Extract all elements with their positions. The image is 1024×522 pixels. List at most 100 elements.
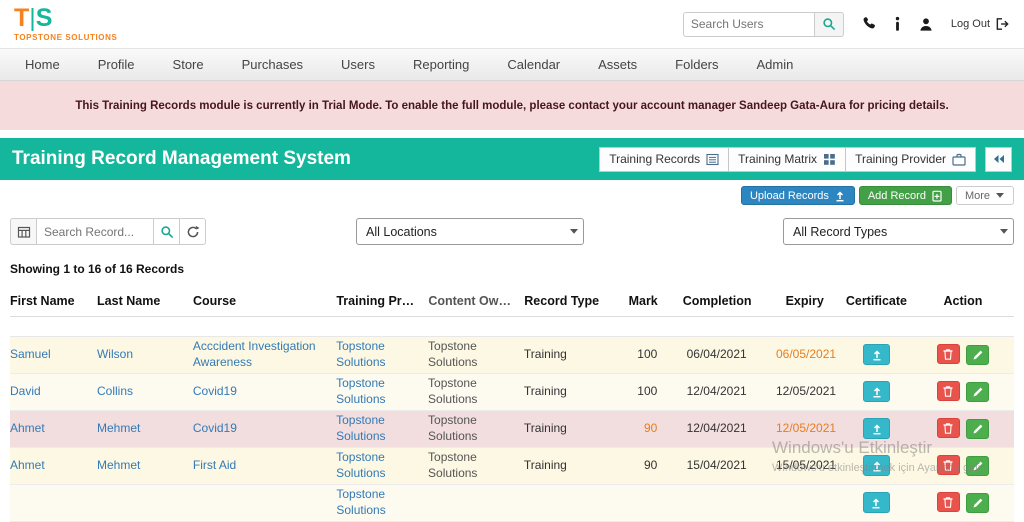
last-name-link[interactable]: Mehmet (97, 458, 140, 472)
edit-record-button[interactable] (966, 344, 990, 365)
record-type-text: Training (523, 458, 567, 473)
profile-button[interactable] (918, 17, 934, 32)
column-header: Training Provid... (336, 294, 429, 308)
training-provider-button[interactable]: Training Provider (846, 146, 976, 172)
last-name-link[interactable]: Wilson (97, 347, 133, 361)
edit-record-button[interactable] (966, 455, 990, 476)
pencil-icon (972, 386, 984, 398)
content-owner-text: Topstone Solutions (428, 450, 478, 480)
user-search-button[interactable] (814, 11, 844, 37)
column-header: Action (943, 294, 983, 308)
table-row: Ahmet Mehmet First Aid Topstone Solution… (10, 448, 1014, 485)
collapse-icon (993, 154, 1005, 164)
module-title-bar: Training Record Management System Traini… (0, 138, 1024, 180)
pencil-icon (972, 349, 984, 361)
phone-button[interactable] (861, 16, 877, 32)
caret-down-icon (999, 228, 1009, 235)
date-filter-button[interactable] (10, 218, 37, 245)
column-header: Expiry (785, 294, 824, 308)
list-icon (706, 153, 719, 166)
nav-item-assets[interactable]: Assets (579, 49, 656, 80)
upload-certificate-button[interactable] (863, 418, 891, 440)
record-search-button[interactable] (153, 218, 180, 245)
training-provider-link[interactable]: Topstone Solutions (336, 339, 385, 369)
first-name-link[interactable]: Samuel (10, 347, 51, 361)
upload-certificate-button[interactable] (863, 344, 891, 366)
brand-subtitle: TOPSTONE SOLUTIONS (14, 33, 118, 42)
table-row: Topstone Solutions (10, 485, 1014, 522)
info-icon (894, 16, 901, 32)
nav-item-home[interactable]: Home (6, 49, 79, 80)
upload-certificate-button[interactable] (863, 381, 891, 403)
nav-item-calendar[interactable]: Calendar (488, 49, 579, 80)
nav-item-reporting[interactable]: Reporting (394, 49, 488, 80)
locations-select[interactable]: All Locations (356, 218, 584, 245)
mark-value: 90 (643, 421, 658, 436)
expiry-date: 15/05/2021 (776, 458, 837, 473)
table-header-row: First Name Last Name Course Training Provid… (10, 290, 1014, 317)
record-types-select[interactable]: All Record Types (783, 218, 1014, 245)
search-icon (160, 225, 174, 239)
info-button[interactable] (894, 16, 901, 32)
records-table: First Name Last Name Course Training Provid… (10, 290, 1014, 522)
briefcase-icon (952, 153, 966, 166)
edit-record-button[interactable] (966, 418, 990, 439)
first-name-link[interactable]: David (10, 384, 41, 398)
training-provider-link[interactable]: Topstone Solutions (336, 376, 385, 406)
content-owner-text: Topstone Solutions (428, 339, 478, 369)
training-records-button[interactable]: Training Records (599, 146, 730, 172)
nav-item-folders[interactable]: Folders (656, 49, 737, 80)
training-provider-link[interactable]: Topstone Solutions (336, 487, 385, 517)
upload-icon (871, 423, 883, 435)
table-row: Samuel Wilson Acccident Investigation Aw… (10, 337, 1014, 374)
upload-certificate-button[interactable] (863, 455, 891, 477)
upload-icon (834, 190, 846, 202)
course-link[interactable]: First Aid (193, 458, 236, 472)
mark-value: 100 (637, 347, 658, 362)
first-name-link[interactable]: Ahmet (10, 458, 45, 472)
first-name-link[interactable]: Ahmet (10, 421, 45, 435)
content-area: Upload Records Add Record More All Locat… (0, 186, 1024, 522)
pencil-icon (972, 497, 984, 509)
grid-icon (823, 153, 836, 166)
trash-icon (942, 496, 954, 509)
edit-record-button[interactable] (966, 381, 990, 402)
column-header: Completion (682, 294, 752, 308)
course-link[interactable]: Acccident Investigation Awareness (193, 339, 316, 369)
upload-records-button[interactable]: Upload Records (740, 186, 855, 205)
nav-item-store[interactable]: Store (154, 49, 223, 80)
column-header: Certificate (845, 294, 907, 308)
course-link[interactable]: Covid19 (193, 421, 237, 435)
delete-record-button[interactable] (936, 344, 960, 365)
logout-icon (995, 17, 1010, 31)
completion-date: 12/04/2021 (686, 384, 747, 399)
add-record-button[interactable]: Add Record (858, 186, 952, 205)
last-name-link[interactable]: Collins (97, 384, 133, 398)
last-name-link[interactable]: Mehmet (97, 421, 140, 435)
delete-record-button[interactable] (936, 418, 960, 439)
delete-record-button[interactable] (936, 455, 960, 476)
results-summary: Showing 1 to 16 of 16 Records (10, 262, 185, 276)
training-provider-link[interactable]: Topstone Solutions (336, 413, 385, 443)
delete-record-button[interactable] (936, 381, 960, 402)
training-provider-link[interactable]: Topstone Solutions (336, 450, 385, 480)
more-button[interactable]: More (955, 186, 1014, 205)
nav-item-purchases[interactable]: Purchases (223, 49, 322, 80)
training-matrix-button[interactable]: Training Matrix (729, 146, 847, 172)
user-search-input[interactable] (682, 11, 815, 37)
logout-button[interactable]: Log Out (951, 17, 1010, 31)
completion-date: 15/04/2021 (686, 458, 747, 473)
completion-date: 06/04/2021 (686, 347, 747, 362)
mark-value: 90 (643, 458, 658, 473)
nav-item-admin[interactable]: Admin (738, 49, 813, 80)
course-link[interactable]: Covid19 (193, 384, 237, 398)
nav-item-profile[interactable]: Profile (79, 49, 154, 80)
delete-record-button[interactable] (936, 492, 960, 513)
nav-item-users[interactable]: Users (322, 49, 394, 80)
completion-date: 12/04/2021 (686, 421, 747, 436)
expiry-date: 12/05/2021 (776, 384, 837, 399)
record-search-group (10, 218, 206, 245)
record-search-input[interactable] (36, 218, 154, 245)
collapse-panel-button[interactable] (985, 146, 1012, 172)
refresh-button[interactable] (179, 218, 206, 245)
